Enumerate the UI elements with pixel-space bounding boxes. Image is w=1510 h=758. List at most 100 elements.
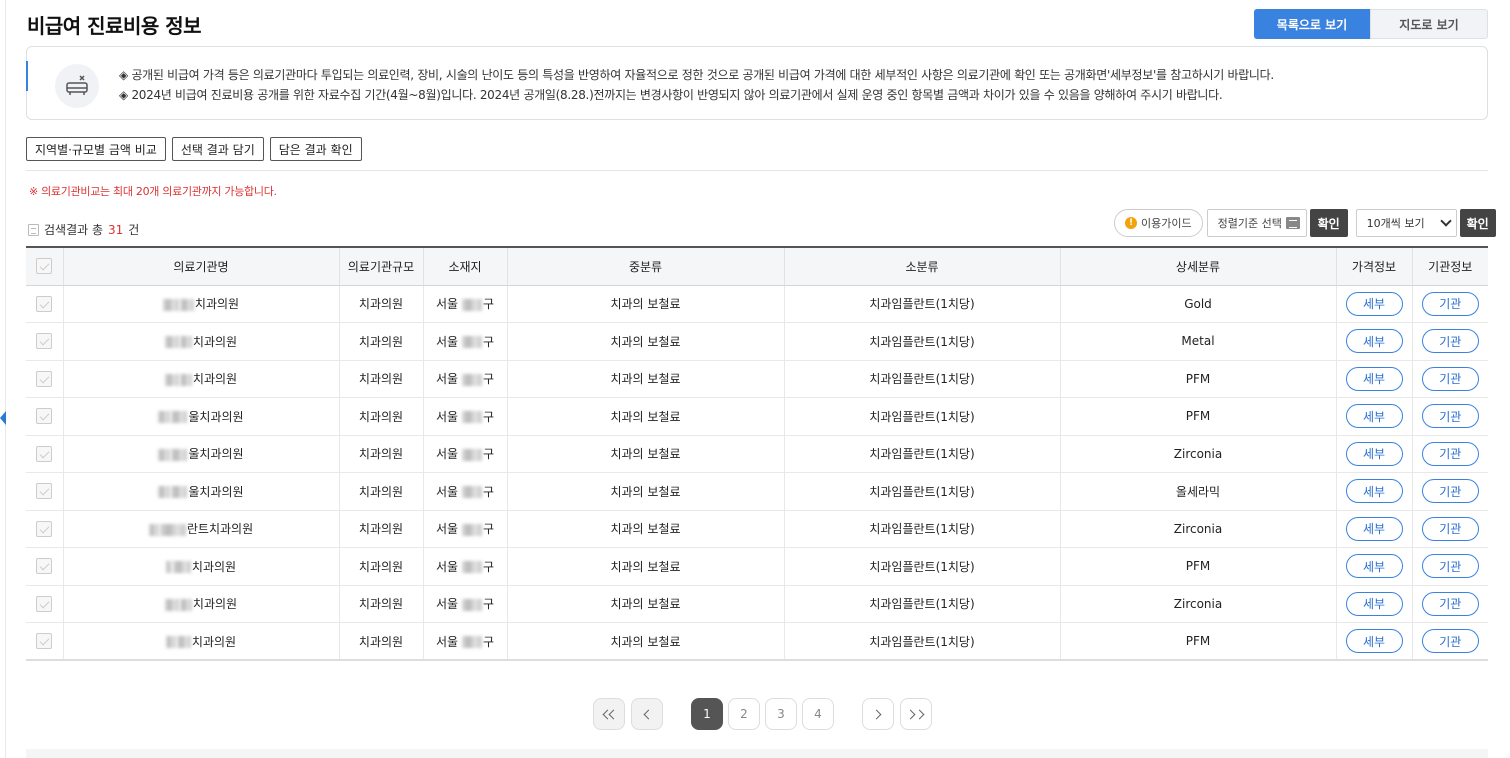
view-saved-button[interactable]: 담은 결과 확인 [269,137,362,161]
sort-confirm-button[interactable]: 확인 [1309,209,1348,237]
row-select-cell [26,285,64,323]
price-detail-button[interactable]: 세부 [1345,291,1403,316]
mid-category: 치과의 보철료 [507,510,785,548]
row-checkbox[interactable] [36,633,53,649]
sub-category: 치과임플란트(1치당) [784,547,1061,586]
redacted-district [461,448,482,461]
redacted-district [461,598,482,611]
institution-info-button[interactable]: 기관 [1421,291,1479,316]
institution-size: 치과의원 [339,397,424,436]
row-checkbox[interactable] [36,333,53,350]
location-suffix: 구 [482,559,494,574]
location-prefix: 서울 [436,522,459,537]
institution-info-cell: 기관 [1412,510,1488,548]
redacted-name-part [171,448,188,461]
price-info-cell: 세부 [1336,472,1413,511]
redacted-name-part [165,636,176,648]
institution-info-cell: 기관 [1412,547,1488,586]
add-selected-button[interactable]: 선택 결과 담기 [171,137,264,161]
location-prefix: 서울 [436,597,459,612]
side-panel-edge [0,0,6,758]
sub-category: 치과임플란트(1치당) [784,322,1061,361]
institution-name: 치과의원 [194,297,240,312]
institution-info-button[interactable]: 기관 [1421,516,1479,541]
redacted-district [461,298,482,311]
notice-line-1: ◈ 공개된 비급여 가격 등은 의료기관마다 투입되는 의료인력, 장비, 시술… [119,68,1274,82]
page-button-4[interactable]: 4 [802,698,834,730]
price-detail-button[interactable]: 세부 [1345,366,1403,391]
page-button-3[interactable]: 3 [765,698,797,730]
institution-info-button[interactable]: 기관 [1421,441,1479,466]
institution-size: 치과의원 [339,547,424,586]
region-compare-button[interactable]: 지역별·규모별 금액 비교 [26,137,166,161]
per-page-select[interactable]: 10개씩 보기 [1355,209,1457,237]
row-checkbox[interactable] [36,408,53,425]
row-checkbox[interactable] [36,370,53,387]
location-prefix: 서울 [436,409,459,424]
institution-info-button[interactable]: 기관 [1421,629,1479,653]
row-checkbox[interactable] [36,445,53,462]
prev-page-button[interactable] [631,698,663,730]
divider [26,170,1488,171]
price-info-cell: 세부 [1336,622,1413,661]
price-detail-button[interactable]: 세부 [1345,404,1403,429]
price-detail-button[interactable]: 세부 [1345,441,1403,466]
row-select-cell [26,585,64,623]
mid-category: 치과의 보철료 [507,285,785,323]
price-detail-button[interactable]: 세부 [1345,516,1403,541]
table-row: 울치과의원 치과의원 서울 구 치과의 보철료 치과임플란트(1치당) Zirconia 세… [26,435,1488,473]
location-prefix: 서울 [436,372,459,387]
map-view-button[interactable]: 지도로 보기 [1370,9,1488,39]
page-button-2[interactable]: 2 [728,698,760,730]
header-sub-category: 소분류 [784,246,1061,286]
institution-name: 울치과의원 [188,409,244,424]
price-info-cell: 세부 [1336,547,1413,586]
row-checkbox[interactable] [36,483,53,500]
institution-info-button[interactable]: 기관 [1421,366,1479,391]
page-numbers: 1 2 3 4 [691,698,834,730]
price-info-cell: 세부 [1336,510,1413,548]
row-checkbox[interactable] [36,520,53,537]
price-detail-button[interactable]: 세부 [1345,479,1403,504]
panel-toggle-arrow-icon[interactable] [0,411,6,425]
redacted-name-part [158,411,171,424]
institution-info-button[interactable]: 기관 [1421,479,1479,504]
institution-info-button[interactable]: 기관 [1421,554,1479,579]
redacted-district [461,336,482,349]
mid-category: 치과의 보철료 [507,397,785,436]
row-checkbox[interactable] [36,295,53,312]
sort-select[interactable]: 정렬기준 선택 [1206,209,1307,237]
per-page-confirm-button[interactable]: 확인 [1459,209,1496,237]
usage-guide-button[interactable]: ! 이용가이드 [1114,209,1203,237]
row-checkbox[interactable] [36,595,53,612]
last-page-button[interactable] [900,698,932,730]
price-detail-button[interactable]: 세부 [1345,329,1403,354]
sub-category: 치과임플란트(1치당) [784,622,1061,661]
list-view-button[interactable]: 목록으로 보기 [1254,9,1370,39]
row-checkbox[interactable] [36,558,53,575]
mid-category: 치과의 보철료 [507,360,785,398]
sub-category: 치과임플란트(1치당) [784,472,1061,511]
location-suffix: 구 [482,409,494,424]
institution-info-cell: 기관 [1412,322,1488,361]
institution-name: 치과의원 [191,634,237,649]
page-button-1[interactable]: 1 [691,698,723,730]
institution-info-button[interactable]: 기관 [1421,329,1479,354]
price-detail-button[interactable]: 세부 [1345,629,1403,653]
institution-info-cell: 기관 [1412,397,1488,436]
sub-category: 치과임플란트(1치당) [784,285,1061,323]
institution-info-button[interactable]: 기관 [1421,404,1479,429]
price-detail-button[interactable]: 세부 [1345,554,1403,579]
next-page-button[interactable] [862,698,894,730]
first-page-button[interactable] [593,698,625,730]
select-all-checkbox[interactable] [36,258,53,275]
price-detail-button[interactable]: 세부 [1345,591,1403,616]
sort-select-label: 정렬기준 선택 [1217,217,1282,230]
institution-size: 치과의원 [339,360,424,398]
header-institution-name: 의료기관명 [63,246,340,286]
institution-name: 란트치과의원 [186,522,254,537]
row-select-cell [26,510,64,548]
institution-info-button[interactable]: 기관 [1421,591,1479,616]
sub-category: 치과임플란트(1치당) [784,510,1061,548]
price-info-cell: 세부 [1336,397,1413,436]
